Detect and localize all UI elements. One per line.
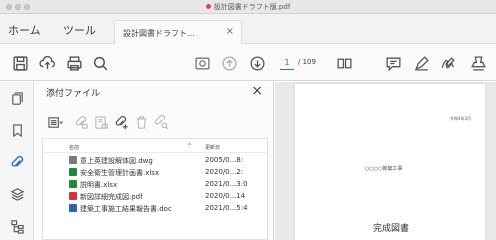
file-row[interactable]: 安全衛生管理計画書.xlsx 2020/0...2: [43,166,267,178]
column-header-modified[interactable]: 更新日 [205,144,220,151]
file-name: 説明書.xlsx [80,181,118,189]
open-attachment-icon[interactable] [72,113,90,131]
attachments-toolbar [46,113,266,131]
options-menu-icon[interactable] [46,113,64,131]
document-tab-close-icon[interactable]: × [226,26,234,37]
xlsx-file-icon [69,168,77,176]
pdf-file-icon [205,4,211,9]
upload-cloud-icon[interactable] [37,53,57,73]
pdf-page: 令和3年3月 ○○○○新築工事 完成図書 [295,84,485,240]
tab-bar: ホーム ツール 設計図書ドラフト… × [0,14,496,44]
sort-ascending-icon[interactable]: ^ [187,143,192,150]
highlight-pen-icon[interactable] [411,53,431,73]
add-attachment-icon[interactable] [112,113,130,131]
previous-page-icon[interactable] [219,53,239,73]
structure-tree-icon[interactable] [9,218,25,234]
file-row[interactable]: 新図詳細完成図.pdf 2020/0...14 [43,190,267,202]
save-icon[interactable] [10,53,30,73]
column-header-name[interactable]: 名前 [69,144,79,151]
document-date: 令和3年3月 [449,116,471,121]
delete-attachment-icon[interactable] [132,113,150,131]
sign-icon[interactable] [438,53,458,73]
attachments-paperclip-icon[interactable] [9,154,25,170]
layers-icon[interactable] [9,186,25,202]
navigation-rail [0,82,34,240]
window-title: 設計図書ドラフト版.pdf [0,2,496,12]
file-date: 2020/0...14 [205,192,246,200]
stamp-icon[interactable] [468,53,488,73]
document-view[interactable]: 令和3年3月 ○○○○新築工事 完成図書 [275,82,496,240]
next-page-icon[interactable] [247,53,267,73]
file-date: 2005/0...8: [205,156,244,164]
dwg-file-icon [69,156,77,164]
file-date: 2021/0...5:4 [205,204,248,212]
comment-icon[interactable] [383,53,403,73]
file-name: 意上英建設解体図.dwg [80,157,153,165]
document-project-name: ○○○○新築工事 [365,166,403,172]
print-icon[interactable] [64,53,84,73]
xlsx-file-icon [69,180,77,188]
page-thumbnail-icon[interactable] [192,53,212,73]
window-titlebar: 設計図書ドラフト版.pdf [0,0,496,14]
attachments-panel: 添付ファイル × 名前 ^ 更新日 意上英建設解体図.dwg 2005/0...… [34,82,274,240]
list-header: 名前 ^ 更新日 [43,139,267,153]
page-total: / 109 [298,58,316,66]
attachments-list: 名前 ^ 更新日 意上英建設解体図.dwg 2005/0...8: 安全衛生管理… [42,138,268,240]
page-view-icon[interactable] [334,53,354,73]
file-name: 新図詳細完成図.pdf [80,193,143,201]
file-name: 安全衛生管理計画書.xlsx [80,169,160,177]
file-row[interactable]: 建築工事施工結果報告書.doc 2021/0...5:4 [43,202,267,214]
panel-close-icon[interactable]: × [251,83,263,99]
file-date: 2020/0...2: [205,168,244,176]
pages-icon[interactable] [9,90,25,106]
file-row[interactable]: 意上英建設解体図.dwg 2005/0...8: [43,154,267,166]
document-title: 完成図書 [373,224,410,234]
main-toolbar: 1 / 109 [0,45,496,81]
panel-title: 添付ファイル [46,89,101,99]
pdf-file-icon [69,192,77,200]
menu-tools[interactable]: ツール [63,22,96,38]
document-tab-label: 設計図書ドラフト… [123,29,195,38]
page-number-input[interactable]: 1 [280,56,294,70]
document-tab[interactable]: 設計図書ドラフト… × [114,20,242,44]
search-icon[interactable] [90,53,110,73]
save-attachment-icon[interactable] [92,113,110,131]
file-date: 2021/0...3:0 [205,180,248,188]
file-row[interactable]: 説明書.xlsx 2021/0...3:0 [43,178,267,190]
search-attachment-icon[interactable] [152,113,170,131]
window-title-text: 設計図書ドラフト版.pdf [213,3,291,11]
doc-file-icon [69,204,77,212]
bookmark-icon[interactable] [9,122,25,138]
menu-home[interactable]: ホーム [8,22,41,38]
file-name: 建築工事施工結果報告書.doc [80,205,172,213]
